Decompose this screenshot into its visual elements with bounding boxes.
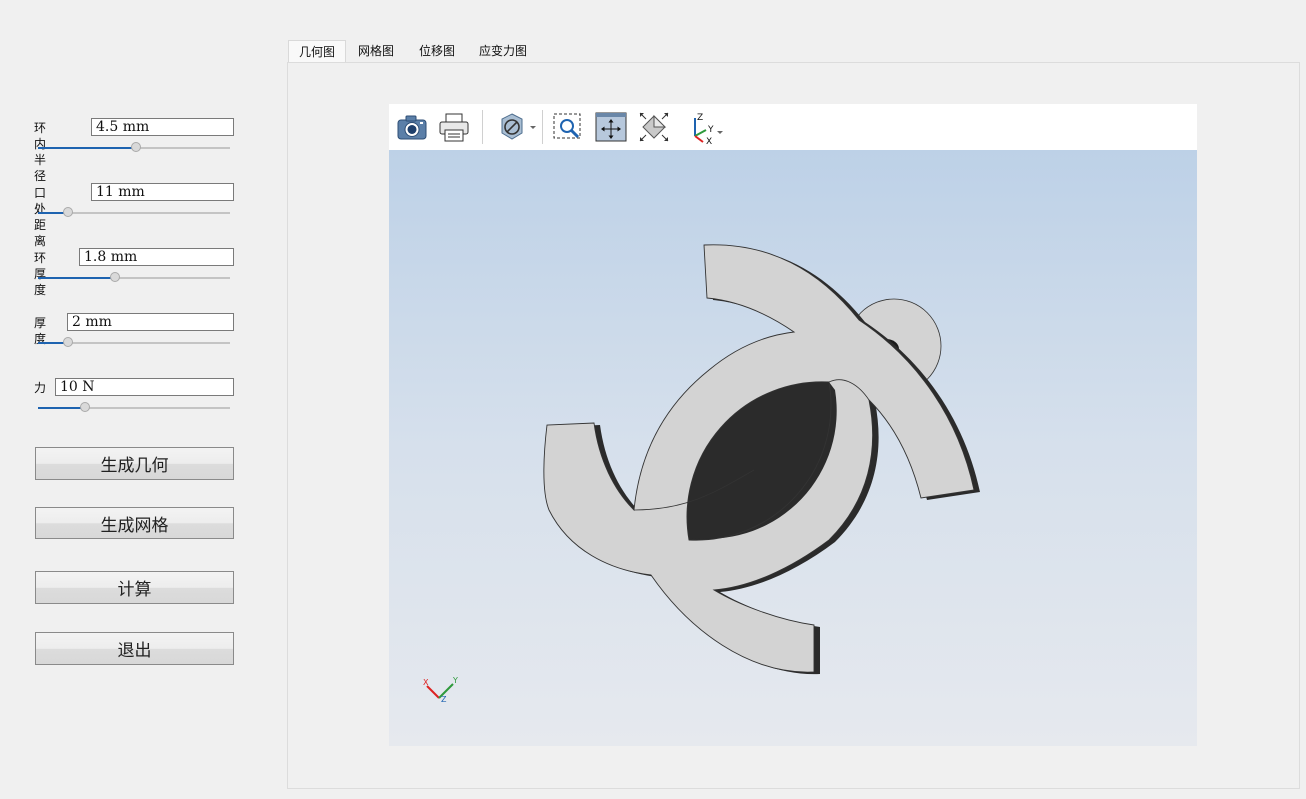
slider-handle[interactable] bbox=[131, 142, 141, 152]
printer-icon bbox=[439, 113, 469, 142]
fit-all-button[interactable] bbox=[637, 110, 671, 144]
slider-handle[interactable] bbox=[63, 207, 73, 217]
screenshot-button[interactable] bbox=[395, 110, 429, 144]
3d-viewport[interactable]: X Y Z bbox=[389, 150, 1197, 746]
inner-radius-slider[interactable] bbox=[38, 141, 230, 155]
zoom-window-icon bbox=[553, 113, 581, 139]
slider-handle[interactable] bbox=[110, 272, 120, 282]
axis-x-label: X bbox=[706, 137, 712, 144]
exit-button[interactable]: 退出 bbox=[35, 632, 234, 665]
ring-thickness-slider[interactable] bbox=[38, 271, 230, 285]
pan-button[interactable] bbox=[594, 110, 628, 144]
ring-part-model bbox=[543, 244, 980, 675]
inner-radius-input[interactable]: 4.5 mm bbox=[91, 118, 234, 136]
axis-z-label: Z bbox=[697, 113, 703, 123]
slider-handle[interactable] bbox=[63, 337, 73, 347]
opening-distance-slider[interactable] bbox=[38, 206, 230, 220]
force-slider[interactable] bbox=[38, 401, 230, 415]
camera-icon bbox=[397, 115, 427, 140]
viewer-toolbar: Z Y X bbox=[389, 104, 1197, 150]
tab-displacement[interactable]: 位移图 bbox=[408, 40, 466, 62]
tab-mesh[interactable]: 网格图 bbox=[348, 40, 404, 62]
toolbar-separator bbox=[542, 110, 543, 144]
orientation-triad: X Y Z bbox=[423, 676, 458, 704]
view-orientation-button[interactable]: Z Y X bbox=[685, 110, 729, 147]
tab-geometry[interactable]: 几何图 bbox=[288, 40, 346, 62]
force-label: 力 bbox=[34, 381, 47, 395]
pan-icon bbox=[595, 112, 627, 142]
generate-geometry-button[interactable]: 生成几何 bbox=[35, 447, 234, 480]
triad-z-label: Z bbox=[441, 695, 447, 704]
opening-distance-input[interactable]: 11 mm bbox=[91, 183, 234, 201]
axis-y-label: Y bbox=[707, 125, 714, 135]
display-mode-icon bbox=[501, 113, 536, 140]
ring-thickness-input[interactable]: 1.8 mm bbox=[79, 248, 234, 266]
thickness-input[interactable]: 2 mm bbox=[67, 313, 234, 331]
triad-x-label: X bbox=[423, 678, 429, 687]
thickness-slider[interactable] bbox=[38, 336, 230, 350]
axis-orientation-icon: Z Y X bbox=[694, 113, 723, 147]
force-input[interactable]: 10 N bbox=[55, 378, 234, 396]
triad-y-label: Y bbox=[452, 676, 458, 685]
compute-button[interactable]: 计算 bbox=[35, 571, 234, 604]
toolbar-separator bbox=[482, 110, 483, 144]
display-mode-button[interactable] bbox=[497, 110, 539, 144]
3d-viewer: Z Y X X Y Z bbox=[389, 104, 1197, 746]
tab-bar: 几何图 网格图 位移图 应变力图 bbox=[288, 40, 1300, 62]
generate-mesh-button[interactable]: 生成网格 bbox=[35, 507, 234, 539]
zoom-window-button[interactable] bbox=[551, 110, 585, 144]
slider-handle[interactable] bbox=[80, 402, 90, 412]
print-button[interactable] bbox=[437, 110, 471, 144]
tab-stress[interactable]: 应变力图 bbox=[470, 40, 536, 62]
fit-all-icon bbox=[639, 112, 669, 142]
